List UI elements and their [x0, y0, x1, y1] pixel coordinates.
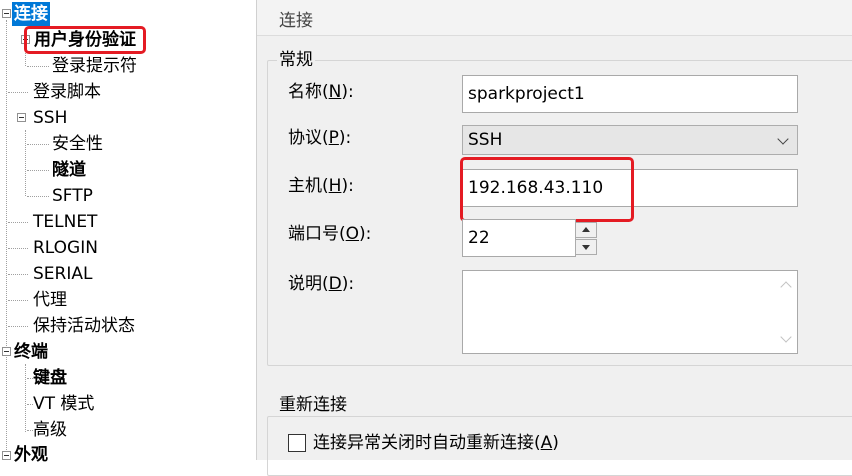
chevron-down-icon: [777, 133, 789, 145]
host-label: 主机(H):: [288, 176, 354, 196]
name-field[interactable]: sparkproject1: [462, 75, 798, 113]
port-field[interactable]: 22: [462, 219, 576, 257]
protocol-value: SSH: [468, 130, 503, 150]
tree-line: [8, 92, 28, 93]
tree-item-proxy[interactable]: 代理: [31, 288, 69, 312]
tree-item-keyboard[interactable]: 键盘: [31, 366, 69, 390]
tree-line: [27, 66, 49, 67]
protocol-select[interactable]: SSH: [462, 125, 798, 155]
tree-item-tunnel[interactable]: 隧道: [50, 158, 88, 182]
settings-tree: 连接 用户身份验证 登录提示符 登录脚本 SSH 安全性 隧道 SFTP TEL…: [0, 0, 256, 465]
tree-line: [8, 274, 28, 275]
tree-line: [6, 20, 7, 460]
port-label: 端口号(O):: [288, 224, 372, 244]
tree-item-security[interactable]: 安全性: [50, 132, 105, 156]
scroll-up-icon[interactable]: [780, 281, 792, 293]
collapse-icon[interactable]: [2, 347, 11, 356]
panel-title: 连接: [279, 11, 313, 31]
tree-item-connection[interactable]: 连接: [12, 2, 50, 26]
tree-item-terminal[interactable]: 终端: [12, 340, 50, 364]
tree-line: [8, 222, 28, 223]
tree-item-vt-mode[interactable]: VT 模式: [31, 392, 96, 416]
collapse-icon[interactable]: [2, 451, 11, 460]
collapse-icon[interactable]: [2, 9, 11, 18]
tree-item-keepalive[interactable]: 保持活动状态: [31, 314, 137, 338]
tree-item-appearance[interactable]: 外观: [12, 443, 50, 467]
tree-item-ssh[interactable]: SSH: [31, 106, 69, 130]
tree-line: [27, 144, 49, 145]
tree-line: [8, 326, 28, 327]
tree-line: [25, 364, 26, 432]
connection-panel: 连接 常规 名称(N): sparkproject1 协议(P): SSH 主机…: [257, 0, 852, 476]
description-label: 说明(D):: [288, 274, 355, 294]
tree-item-user-auth[interactable]: 用户身份验证: [32, 28, 138, 52]
protocol-label: 协议(P):: [288, 128, 352, 148]
reconnect-group-title: 重新连接: [277, 394, 349, 416]
name-label: 名称(N):: [288, 82, 354, 102]
host-field[interactable]: 192.168.43.110: [462, 169, 798, 207]
description-field[interactable]: [462, 270, 798, 354]
tree-item-login-script[interactable]: 登录脚本: [31, 80, 103, 104]
scroll-down-icon[interactable]: [780, 331, 792, 343]
tree-line: [8, 300, 28, 301]
tree-line: [27, 170, 49, 171]
caret-up-icon: [582, 227, 590, 232]
tree-item-advanced[interactable]: 高级: [31, 418, 69, 442]
tree-line: [8, 248, 28, 249]
tree-item-sftp[interactable]: SFTP: [50, 184, 95, 208]
tree-item-rlogin[interactable]: RLOGIN: [31, 236, 100, 260]
tree-item-telnet[interactable]: TELNET: [31, 210, 99, 234]
tree-line: [25, 130, 26, 196]
tree-line: [27, 196, 49, 197]
auto-reconnect-checkbox[interactable]: [288, 434, 306, 452]
panel-header: 连接: [257, 0, 852, 36]
collapse-icon[interactable]: [17, 113, 26, 122]
description-scrollbar[interactable]: [777, 271, 797, 353]
tree-line: [25, 44, 26, 66]
collapse-icon[interactable]: [21, 35, 30, 44]
port-increment-button[interactable]: [575, 222, 597, 238]
auto-reconnect-label[interactable]: 连接异常关闭时自动重新连接(A): [313, 432, 559, 454]
tree-item-login-prompt[interactable]: 登录提示符: [50, 54, 139, 78]
caret-down-icon: [582, 245, 590, 250]
general-group-title: 常规: [277, 49, 315, 71]
port-decrement-button[interactable]: [575, 239, 597, 255]
tree-item-serial[interactable]: SERIAL: [31, 262, 94, 286]
